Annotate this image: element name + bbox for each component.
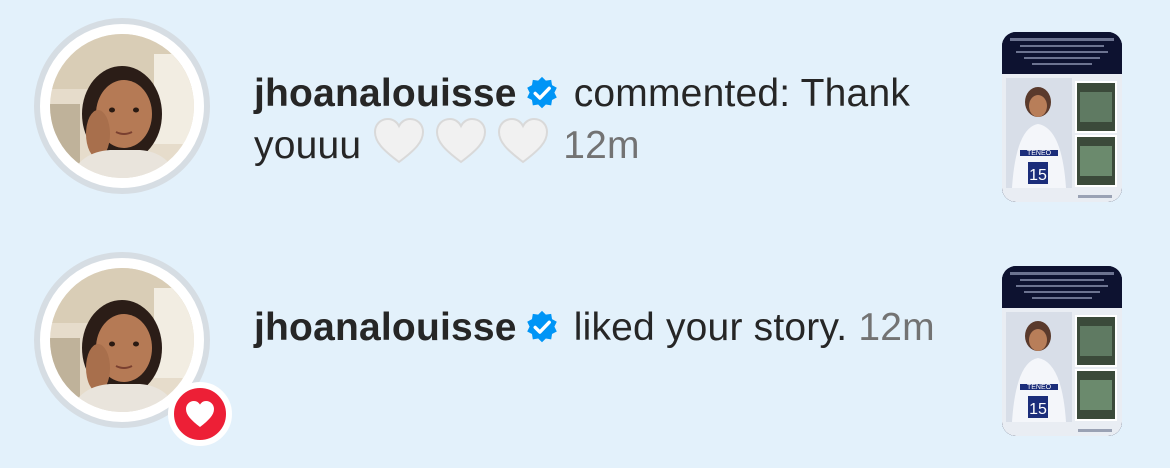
svg-text:TENEO: TENEO bbox=[1027, 150, 1052, 157]
verified-badge-icon bbox=[525, 76, 559, 110]
profile-avatar-ring[interactable] bbox=[34, 18, 210, 194]
svg-text:TENEO: TENEO bbox=[1027, 384, 1052, 391]
notification-text: jhoanalouisse liked your story. 12m bbox=[254, 304, 974, 352]
white-heart-emoji-icon bbox=[435, 118, 487, 164]
verified-badge-icon bbox=[525, 310, 559, 344]
notification-row-comment[interactable]: jhoanalouisse commented: Thank youuu 12m bbox=[0, 0, 1170, 234]
story-thumbnail-image: TENEO 15 bbox=[1002, 266, 1122, 436]
heart-icon bbox=[185, 400, 215, 428]
activity-list: jhoanalouisse commented: Thank youuu 12m bbox=[0, 0, 1170, 468]
profile-avatar-ring[interactable] bbox=[34, 252, 232, 446]
heart-emojis bbox=[373, 118, 549, 164]
avatar-photo bbox=[50, 34, 194, 178]
svg-text:15: 15 bbox=[1029, 401, 1047, 418]
svg-text:15: 15 bbox=[1029, 167, 1047, 184]
timestamp: 12m bbox=[858, 306, 935, 349]
story-thumbnail[interactable]: TENEO 15 bbox=[1002, 266, 1122, 436]
notification-row-like[interactable]: jhoanalouisse liked your story. 12m TENE… bbox=[0, 234, 1170, 468]
story-thumbnail-image: TENEO 15 bbox=[1002, 32, 1122, 202]
story-thumbnail[interactable]: TENEO 15 bbox=[1002, 32, 1122, 202]
white-heart-emoji-icon bbox=[497, 118, 549, 164]
timestamp: 12m bbox=[563, 124, 640, 167]
avatar[interactable] bbox=[50, 268, 194, 412]
action-text: liked your story. bbox=[573, 306, 848, 349]
avatar-photo bbox=[50, 268, 194, 412]
like-badge bbox=[168, 382, 232, 446]
avatar[interactable] bbox=[50, 34, 194, 178]
username-link[interactable]: jhoanalouisse bbox=[254, 72, 517, 115]
white-heart-emoji-icon bbox=[373, 118, 425, 164]
username-link[interactable]: jhoanalouisse bbox=[254, 306, 517, 349]
notification-text: jhoanalouisse commented: Thank youuu 12m bbox=[254, 70, 974, 170]
